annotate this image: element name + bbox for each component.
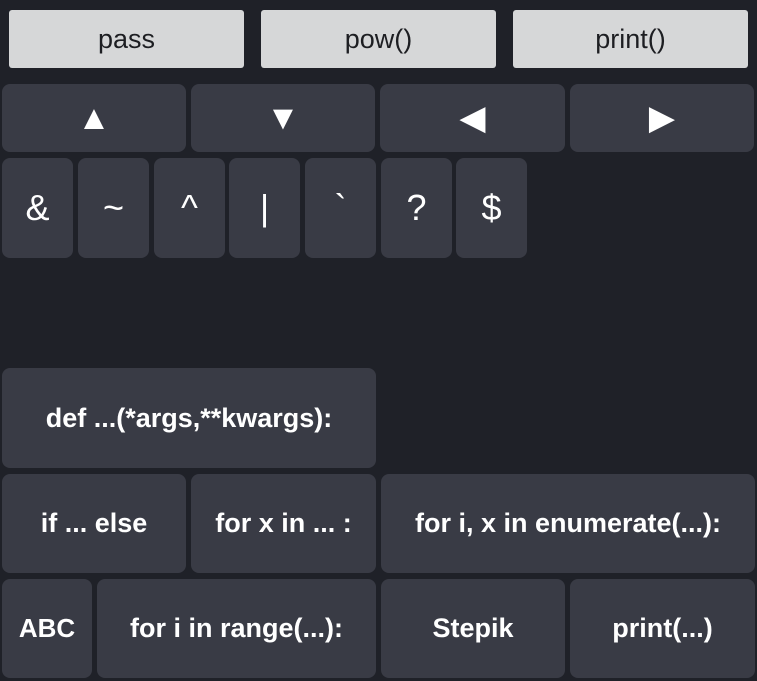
print-call-snippet-key[interactable]: print(...): [570, 579, 755, 678]
if-else-snippet-key[interactable]: if ... else: [2, 474, 186, 573]
ampersand-key[interactable]: &: [2, 158, 73, 258]
arrow-left-key[interactable]: ◀: [380, 84, 565, 152]
pow-key[interactable]: pow(): [261, 10, 496, 68]
arrow-down-key[interactable]: ▼: [191, 84, 375, 152]
for-enumerate-snippet-key[interactable]: for i, x in enumerate(...):: [381, 474, 755, 573]
stepik-key[interactable]: Stepik: [381, 579, 565, 678]
arrow-up-key[interactable]: ▲: [2, 84, 186, 152]
backtick-key[interactable]: `: [305, 158, 376, 258]
for-x-in-snippet-key[interactable]: for x in ... :: [191, 474, 376, 573]
print-key[interactable]: print(): [513, 10, 748, 68]
abc-keyboard-key[interactable]: ABC: [2, 579, 92, 678]
tilde-key[interactable]: ~: [78, 158, 149, 258]
pipe-key[interactable]: |: [229, 158, 300, 258]
pass-key[interactable]: pass: [9, 10, 244, 68]
def-args-snippet-key[interactable]: def ...(*args,**kwargs):: [2, 368, 376, 468]
question-key[interactable]: ?: [381, 158, 452, 258]
arrow-right-key[interactable]: ▶: [570, 84, 754, 152]
dollar-key[interactable]: $: [456, 158, 527, 258]
caret-key[interactable]: ^: [154, 158, 225, 258]
for-range-snippet-key[interactable]: for i in range(...):: [97, 579, 376, 678]
